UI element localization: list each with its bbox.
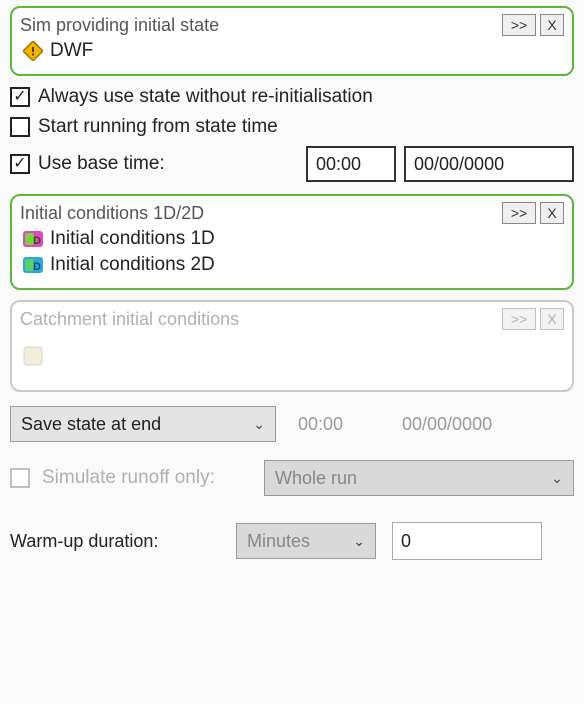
base-date-input[interactable] [404,146,574,182]
warmup-row: Warm-up duration: Minutes ⌄ [10,522,574,560]
select-value: Minutes [247,531,310,552]
select-value: Save state at end [21,414,161,435]
use-base-time-row: ✓ Use base time: [10,146,574,182]
close-button[interactable]: X [540,202,564,224]
checkbox-label: Use base time: [38,153,165,175]
ic-1d-icon: D [22,228,44,250]
group-header: Sim providing initial state >> X [20,12,564,38]
chevron-down-icon: ⌄ [253,416,265,433]
simulate-runoff-row: Simulate runoff only: Whole run ⌄ [10,460,574,496]
group-header: Initial conditions 1D/2D >> X [20,200,564,226]
expand-button: >> [502,308,536,330]
always-use-checkbox[interactable]: ✓ [10,87,30,107]
warmup-label: Warm-up duration: [10,531,220,552]
close-button[interactable]: X [540,14,564,36]
expand-button[interactable]: >> [502,202,536,224]
warmup-value-input[interactable] [392,522,542,560]
diamond-warning-icon [22,40,44,62]
initial-conditions-1d-item[interactable]: D Initial conditions 1D [20,226,564,252]
base-time-input[interactable] [306,146,396,182]
checkbox-label: Simulate runoff only: [42,467,252,489]
initial-conditions-group: Initial conditions 1D/2D >> X D Initial … [10,194,574,290]
expand-button[interactable]: >> [502,14,536,36]
item-label: Initial conditions 1D [50,228,215,250]
svg-text:D: D [33,261,41,273]
select-value: Whole run [275,468,357,489]
item-label: Initial conditions 2D [50,254,215,276]
close-button: X [540,308,564,330]
svg-text:D: D [33,235,41,247]
save-state-select[interactable]: Save state at end ⌄ [10,406,276,442]
ic-2d-icon: D [22,254,44,276]
catchment-placeholder-icon [22,345,44,367]
save-state-time: 00:00 [290,406,380,442]
save-state-date: 00/00/0000 [394,406,564,442]
group-title: Catchment initial conditions [20,309,239,330]
group-header: Catchment initial conditions >> X [20,306,564,332]
catchment-placeholder-item [20,332,564,380]
group-buttons: >> X [502,14,564,36]
check-icon: ✓ [13,89,26,105]
check-icon: ✓ [13,156,26,172]
checkbox-label: Start running from state time [38,116,278,138]
warmup-unit-select: Minutes ⌄ [236,523,376,559]
chevron-down-icon: ⌄ [353,533,365,550]
group-title: Sim providing initial state [20,15,219,36]
group-buttons: >> X [502,308,564,330]
simulate-runoff-checkbox [10,468,30,488]
group-buttons: >> X [502,202,564,224]
dwf-item[interactable]: DWF [20,38,564,64]
runoff-scope-select: Whole run ⌄ [264,460,574,496]
chevron-down-icon: ⌄ [551,470,563,487]
save-state-row: Save state at end ⌄ 00:00 00/00/0000 [10,406,574,442]
sim-initial-state-group: Sim providing initial state >> X DWF [10,6,574,76]
catchment-initial-conditions-group: Catchment initial conditions >> X [10,300,574,392]
use-base-time-checkbox[interactable]: ✓ [10,154,30,174]
initial-conditions-2d-item[interactable]: D Initial conditions 2D [20,252,564,278]
always-use-state-row: ✓ Always use state without re-initialisa… [10,86,574,108]
item-label: DWF [50,40,93,62]
start-from-state-time-checkbox[interactable] [10,117,30,137]
checkbox-label: Always use state without re-initialisati… [38,86,373,108]
group-title: Initial conditions 1D/2D [20,203,204,224]
start-from-state-time-row: Start running from state time [10,116,574,138]
